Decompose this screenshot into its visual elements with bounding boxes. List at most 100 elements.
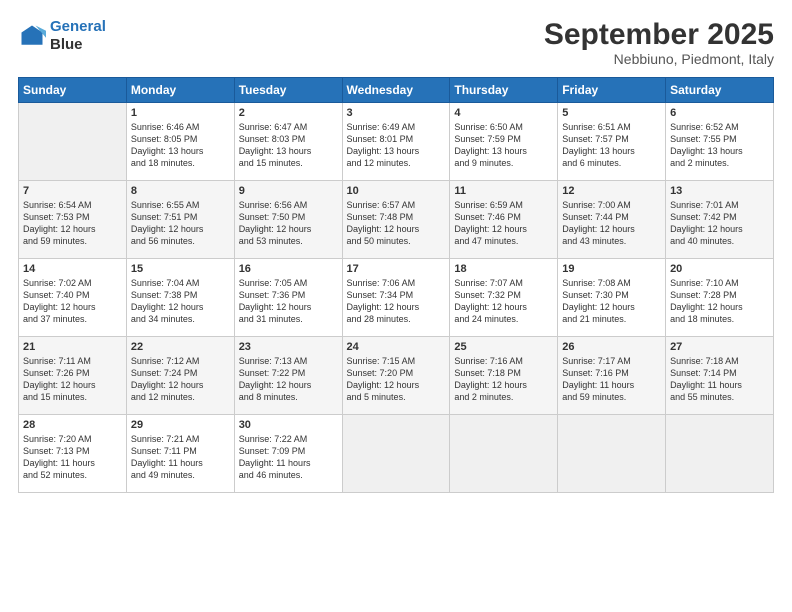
calendar-cell: 12 Sunrise: 7:00 AM Sunset: 7:44 PM Dayli… (558, 181, 666, 259)
day-number: 1 (131, 107, 230, 119)
day-number: 13 (670, 185, 769, 197)
day-number: 12 (562, 185, 661, 197)
cell-content: Sunrise: 7:16 AM Sunset: 7:18 PM Dayligh… (454, 355, 553, 404)
cell-content: Sunrise: 6:51 AM Sunset: 7:57 PM Dayligh… (562, 121, 661, 170)
title-block: September 2025 Nebbiuno, Piedmont, Italy (544, 18, 774, 67)
day-number: 29 (131, 419, 230, 431)
weekday-header: Tuesday (234, 78, 342, 103)
calendar-week-row: 1 Sunrise: 6:46 AM Sunset: 8:05 PM Daylig… (19, 103, 774, 181)
day-number: 2 (239, 107, 338, 119)
cell-content: Sunrise: 7:06 AM Sunset: 7:34 PM Dayligh… (347, 277, 446, 326)
header: General Blue September 2025 Nebbiuno, Pi… (18, 18, 774, 67)
cell-content: Sunrise: 7:15 AM Sunset: 7:20 PM Dayligh… (347, 355, 446, 404)
calendar-cell: 13 Sunrise: 7:01 AM Sunset: 7:42 PM Dayli… (666, 181, 774, 259)
weekday-header: Sunday (19, 78, 127, 103)
day-number: 28 (23, 419, 122, 431)
cell-content: Sunrise: 6:54 AM Sunset: 7:53 PM Dayligh… (23, 199, 122, 248)
cell-content: Sunrise: 7:00 AM Sunset: 7:44 PM Dayligh… (562, 199, 661, 248)
day-number: 5 (562, 107, 661, 119)
cell-content: Sunrise: 7:04 AM Sunset: 7:38 PM Dayligh… (131, 277, 230, 326)
calendar-cell: 19 Sunrise: 7:08 AM Sunset: 7:30 PM Dayli… (558, 259, 666, 337)
calendar-cell: 6 Sunrise: 6:52 AM Sunset: 7:55 PM Daylig… (666, 103, 774, 181)
day-number: 3 (347, 107, 446, 119)
cell-content: Sunrise: 7:02 AM Sunset: 7:40 PM Dayligh… (23, 277, 122, 326)
calendar-cell: 2 Sunrise: 6:47 AM Sunset: 8:03 PM Daylig… (234, 103, 342, 181)
calendar-cell: 3 Sunrise: 6:49 AM Sunset: 8:01 PM Daylig… (342, 103, 450, 181)
calendar-cell: 14 Sunrise: 7:02 AM Sunset: 7:40 PM Dayli… (19, 259, 127, 337)
location: Nebbiuno, Piedmont, Italy (544, 51, 774, 67)
cell-content: Sunrise: 7:21 AM Sunset: 7:11 PM Dayligh… (131, 433, 230, 482)
cell-content: Sunrise: 7:22 AM Sunset: 7:09 PM Dayligh… (239, 433, 338, 482)
day-number: 6 (670, 107, 769, 119)
cell-content: Sunrise: 6:50 AM Sunset: 7:59 PM Dayligh… (454, 121, 553, 170)
day-number: 17 (347, 263, 446, 275)
weekday-header: Monday (126, 78, 234, 103)
weekday-header-row: SundayMondayTuesdayWednesdayThursdayFrid… (19, 78, 774, 103)
calendar-cell (19, 103, 127, 181)
day-number: 15 (131, 263, 230, 275)
day-number: 27 (670, 341, 769, 353)
cell-content: Sunrise: 7:10 AM Sunset: 7:28 PM Dayligh… (670, 277, 769, 326)
calendar-cell: 30 Sunrise: 7:22 AM Sunset: 7:09 PM Dayli… (234, 415, 342, 493)
calendar-cell (558, 415, 666, 493)
logo-text: General Blue (50, 18, 106, 54)
calendar-cell: 4 Sunrise: 6:50 AM Sunset: 7:59 PM Daylig… (450, 103, 558, 181)
day-number: 7 (23, 185, 122, 197)
day-number: 10 (347, 185, 446, 197)
calendar-cell: 22 Sunrise: 7:12 AM Sunset: 7:24 PM Dayli… (126, 337, 234, 415)
calendar-cell (450, 415, 558, 493)
calendar-cell: 23 Sunrise: 7:13 AM Sunset: 7:22 PM Dayli… (234, 337, 342, 415)
page: General Blue September 2025 Nebbiuno, Pi… (0, 0, 792, 612)
calendar-week-row: 28Sunrise: 7:20 AM Sunset: 7:13 PM Dayli… (19, 415, 774, 493)
day-number: 9 (239, 185, 338, 197)
calendar-cell: 5 Sunrise: 6:51 AM Sunset: 7:57 PM Daylig… (558, 103, 666, 181)
calendar-cell (666, 415, 774, 493)
day-number: 8 (131, 185, 230, 197)
logo-icon (18, 22, 46, 50)
cell-content: Sunrise: 7:01 AM Sunset: 7:42 PM Dayligh… (670, 199, 769, 248)
calendar-cell: 1 Sunrise: 6:46 AM Sunset: 8:05 PM Daylig… (126, 103, 234, 181)
cell-content: Sunrise: 7:13 AM Sunset: 7:22 PM Dayligh… (239, 355, 338, 404)
cell-content: Sunrise: 7:08 AM Sunset: 7:30 PM Dayligh… (562, 277, 661, 326)
calendar-cell: 11 Sunrise: 6:59 AM Sunset: 7:46 PM Dayli… (450, 181, 558, 259)
day-number: 21 (23, 341, 122, 353)
cell-content: Sunrise: 6:49 AM Sunset: 8:01 PM Dayligh… (347, 121, 446, 170)
calendar-cell: 20 Sunrise: 7:10 AM Sunset: 7:28 PM Dayli… (666, 259, 774, 337)
calendar-table: SundayMondayTuesdayWednesdayThursdayFrid… (18, 77, 774, 493)
day-number: 26 (562, 341, 661, 353)
calendar-week-row: 21 Sunrise: 7:11 AM Sunset: 7:26 PM Dayli… (19, 337, 774, 415)
cell-content: Sunrise: 7:05 AM Sunset: 7:36 PM Dayligh… (239, 277, 338, 326)
logo: General Blue (18, 18, 106, 54)
calendar-cell: 28Sunrise: 7:20 AM Sunset: 7:13 PM Dayli… (19, 415, 127, 493)
day-number: 19 (562, 263, 661, 275)
day-number: 14 (23, 263, 122, 275)
calendar-cell: 8Sunrise: 6:55 AM Sunset: 7:51 PM Daylig… (126, 181, 234, 259)
day-number: 11 (454, 185, 553, 197)
calendar-cell: 24 Sunrise: 7:15 AM Sunset: 7:20 PM Dayli… (342, 337, 450, 415)
weekday-header: Wednesday (342, 78, 450, 103)
cell-content: Sunrise: 7:18 AM Sunset: 7:14 PM Dayligh… (670, 355, 769, 404)
calendar-cell: 27 Sunrise: 7:18 AM Sunset: 7:14 PM Dayli… (666, 337, 774, 415)
cell-content: Sunrise: 7:11 AM Sunset: 7:26 PM Dayligh… (23, 355, 122, 404)
calendar-cell: 7 Sunrise: 6:54 AM Sunset: 7:53 PM Daylig… (19, 181, 127, 259)
day-number: 30 (239, 419, 338, 431)
weekday-header: Saturday (666, 78, 774, 103)
cell-content: Sunrise: 6:47 AM Sunset: 8:03 PM Dayligh… (239, 121, 338, 170)
calendar-cell: 18Sunrise: 7:07 AM Sunset: 7:32 PM Dayli… (450, 259, 558, 337)
weekday-header: Thursday (450, 78, 558, 103)
cell-content: Sunrise: 7:12 AM Sunset: 7:24 PM Dayligh… (131, 355, 230, 404)
cell-content: Sunrise: 6:59 AM Sunset: 7:46 PM Dayligh… (454, 199, 553, 248)
day-number: 20 (670, 263, 769, 275)
cell-content: Sunrise: 7:07 AM Sunset: 7:32 PM Dayligh… (454, 277, 553, 326)
day-number: 24 (347, 341, 446, 353)
day-number: 23 (239, 341, 338, 353)
calendar-cell: 17 Sunrise: 7:06 AM Sunset: 7:34 PM Dayli… (342, 259, 450, 337)
cell-content: Sunrise: 6:52 AM Sunset: 7:55 PM Dayligh… (670, 121, 769, 170)
day-number: 4 (454, 107, 553, 119)
day-number: 22 (131, 341, 230, 353)
calendar-cell (342, 415, 450, 493)
calendar-week-row: 7 Sunrise: 6:54 AM Sunset: 7:53 PM Daylig… (19, 181, 774, 259)
cell-content: Sunrise: 7:17 AM Sunset: 7:16 PM Dayligh… (562, 355, 661, 404)
calendar-cell: 26 Sunrise: 7:17 AM Sunset: 7:16 PM Dayli… (558, 337, 666, 415)
cell-content: Sunrise: 6:46 AM Sunset: 8:05 PM Dayligh… (131, 121, 230, 170)
